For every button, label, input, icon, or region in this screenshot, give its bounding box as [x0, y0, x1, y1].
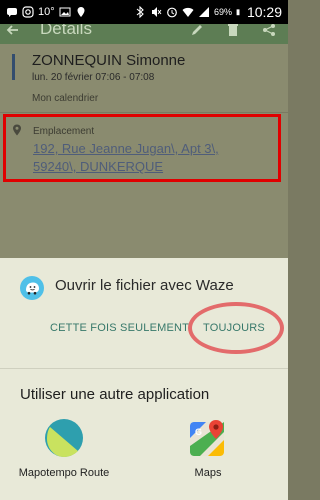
back-arrow-icon[interactable]: [6, 24, 20, 37]
battery-percent: 69%: [213, 7, 232, 17]
clock: 10:29: [246, 4, 282, 20]
location-icon: [77, 7, 85, 17]
wifi-icon: [182, 7, 194, 18]
waze-icon: [20, 276, 44, 300]
calendar-color-bar: [12, 54, 15, 80]
image-icon: [59, 7, 71, 17]
event-title: ZONNEQUIN Simonne: [32, 52, 186, 69]
location-highlight-box: [3, 114, 281, 182]
event-calendar: Mon calendrier: [32, 93, 99, 104]
page-title: Détails: [40, 24, 92, 38]
divider: [0, 112, 288, 113]
instagram-icon: [22, 6, 34, 18]
bluetooth-icon: [136, 6, 144, 18]
weather-temp: 10°: [38, 6, 55, 18]
mapotempo-icon: [45, 419, 83, 457]
app-option-maps[interactable]: G Maps: [162, 418, 254, 479]
app-bar: Détails: [0, 24, 288, 44]
svg-text:G: G: [195, 427, 202, 437]
sheet-divider: [0, 368, 288, 369]
google-maps-icon: G: [190, 420, 224, 456]
status-bar: 10° 69% 10:29: [0, 0, 288, 24]
other-app-heading: Utiliser une autre application: [20, 386, 210, 403]
delete-icon[interactable]: [226, 24, 240, 37]
alarm-icon: [167, 7, 177, 18]
mute-icon: [151, 7, 162, 17]
share-icon[interactable]: [262, 24, 276, 37]
open-with-heading: Ouvrir le fichier avec Waze: [55, 277, 234, 294]
edit-icon[interactable]: [190, 24, 204, 37]
always-highlight-oval: [188, 302, 284, 354]
battery-icon: [236, 9, 240, 16]
app-label: Maps: [194, 467, 222, 479]
app-option-mapotempo-route[interactable]: Mapotempo Route: [18, 418, 110, 479]
chat-icon: [7, 8, 17, 17]
just-once-button[interactable]: CETTE FOIS SEULEMENT: [50, 322, 189, 334]
event-date: lun. 20 février 07:06 - 07:08: [32, 72, 155, 83]
app-label: Mapotempo Route: [18, 467, 110, 479]
signal-icon: [198, 7, 209, 17]
